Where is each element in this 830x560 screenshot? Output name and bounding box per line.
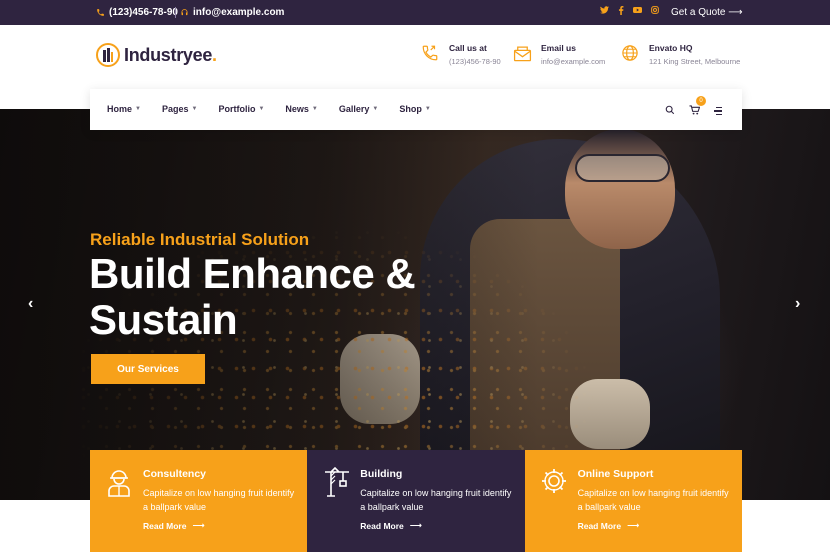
chevron-down-icon: ▼ <box>258 106 265 112</box>
chevron-down-icon: ▼ <box>372 106 379 112</box>
slider-next-icon[interactable]: › <box>795 295 800 313</box>
logo-icon <box>96 43 120 67</box>
feature-card-text: Capitalize on low hanging fruit identify… <box>143 488 295 512</box>
hero-headline: Build Enhance & Sustain <box>89 250 416 343</box>
chevron-down-icon: ▼ <box>191 106 198 112</box>
nav-item-shop[interactable]: Shop ▼ <box>399 104 430 114</box>
main-navigation: Home ▼ Pages ▼ Portfolio ▼ News ▼ Gallery ▼ S… <box>90 89 742 130</box>
read-more-link[interactable]: Read More ⟶ <box>578 520 640 531</box>
arrow-right-icon: ⟶ <box>728 7 743 18</box>
phone-icon <box>96 8 105 17</box>
social-links <box>600 6 659 17</box>
topbar-email-text: info@example.com <box>193 7 285 18</box>
globe-icon <box>620 43 640 63</box>
feature-card-online-support: Online Support Capitalize on low hanging… <box>524 450 742 552</box>
chevron-down-icon: ▼ <box>424 106 431 112</box>
headset-icon <box>180 8 189 17</box>
arrow-right-icon: ⟶ <box>192 520 205 530</box>
chevron-down-icon: ▼ <box>311 106 318 112</box>
mail-icon <box>512 43 532 63</box>
contact-email-title: Email us <box>541 43 576 53</box>
chevron-down-icon: ▼ <box>135 106 141 112</box>
nav-item-portfolio[interactable]: Portfolio ▼ <box>218 104 264 114</box>
arrow-right-icon: ⟶ <box>627 520 640 530</box>
contact-email: Email us info@example.com <box>512 43 605 66</box>
gear-icon <box>541 467 567 497</box>
contact-call-title: Call us at <box>449 43 487 53</box>
feature-card-title: Consultency <box>143 468 207 480</box>
topbar-phone[interactable]: (123)456-78-90 <box>96 7 178 18</box>
search-icon[interactable] <box>665 102 675 120</box>
get-a-quote-label: Get a Quote <box>671 7 726 18</box>
hero-kicker: Reliable Industrial Solution <box>90 230 310 249</box>
read-more-link[interactable]: Read More ⟶ <box>360 520 422 531</box>
nav-tools: 0 <box>665 96 722 120</box>
logo-text: Industryee. <box>124 44 217 65</box>
topbar-phone-text: (123)456-78-90 <box>109 7 178 18</box>
feature-card-text: Capitalize on low hanging fruit identify… <box>360 488 512 512</box>
feature-card-consultency: Consultency Capitalize on low hanging fr… <box>90 450 308 552</box>
feature-card-building: Building Capitalize on low hanging fruit… <box>307 450 525 552</box>
feature-cards: Consultency Capitalize on low hanging fr… <box>90 450 742 552</box>
slider-prev-icon[interactable]: ‹ <box>28 295 33 313</box>
menu-icon[interactable] <box>714 106 722 116</box>
hero-headline-line2: Sustain <box>89 296 238 343</box>
nav-item-news[interactable]: News ▼ <box>285 104 317 114</box>
facebook-icon[interactable] <box>618 6 624 17</box>
feature-card-text: Capitalize on low hanging fruit identify… <box>577 488 729 512</box>
contact-location-value: 121 King Street, Melbourne <box>649 57 741 66</box>
feature-card-title: Online Support <box>577 468 654 480</box>
contact-location: Envato HQ 121 King Street, Melbourne <box>620 43 740 66</box>
get-a-quote-link[interactable]: Get a Quote ⟶ <box>671 7 743 18</box>
nav-item-pages[interactable]: Pages ▼ <box>162 104 197 114</box>
site-logo[interactable]: Industryee. <box>96 43 217 67</box>
hero-headline-line1: Build Enhance & <box>89 250 416 297</box>
read-more-link[interactable]: Read More ⟶ <box>143 520 205 531</box>
nav-menu: Home ▼ Pages ▼ Portfolio ▼ News ▼ Gallery ▼ S… <box>107 104 431 114</box>
nav-item-gallery[interactable]: Gallery ▼ <box>339 104 378 114</box>
phone-icon <box>420 43 440 63</box>
crane-icon <box>323 466 350 497</box>
twitter-icon[interactable] <box>600 6 609 17</box>
contact-email-value[interactable]: info@example.com <box>541 57 605 66</box>
topbar-email[interactable]: info@example.com <box>180 7 284 18</box>
contact-location-title: Envato HQ <box>649 43 693 53</box>
our-services-button[interactable]: Our Services <box>91 354 205 384</box>
youtube-icon[interactable] <box>633 6 642 17</box>
instagram-icon[interactable] <box>651 6 659 17</box>
worker-icon <box>106 467 132 497</box>
cart-count-badge: 0 <box>696 96 706 106</box>
hero-slider: ‹ › Reliable Industrial Solution Build E… <box>0 109 830 500</box>
arrow-right-icon: ⟶ <box>409 520 422 530</box>
cart-button[interactable]: 0 <box>689 96 706 120</box>
feature-card-title: Building <box>360 468 403 480</box>
top-bar: (123)456-78-90 info@example.com Get a Qu… <box>0 0 830 25</box>
topbar-divider <box>175 7 176 18</box>
nav-item-home[interactable]: Home ▼ <box>107 104 141 114</box>
contact-call: Call us at (123)456-78-90 <box>420 43 501 66</box>
cart-icon <box>689 105 701 115</box>
contact-call-value[interactable]: (123)456-78-90 <box>449 57 501 66</box>
